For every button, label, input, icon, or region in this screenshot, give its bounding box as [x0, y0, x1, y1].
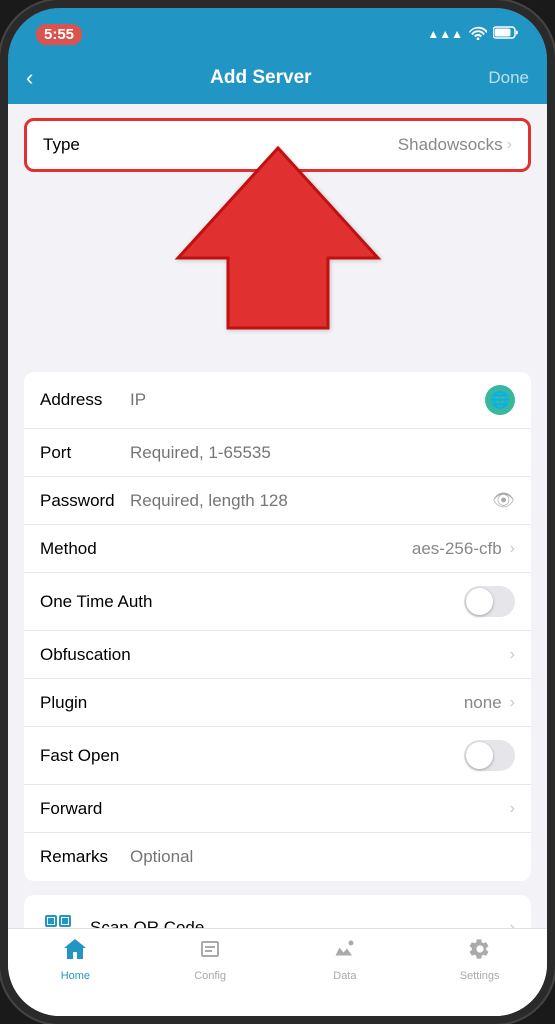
method-value: aes-256-cfb ›: [412, 539, 515, 559]
plugin-row[interactable]: Plugin none ›: [24, 679, 531, 727]
password-label: Password: [40, 491, 130, 511]
obfuscation-chevron: ›: [510, 646, 515, 664]
forward-row[interactable]: Forward ›: [24, 785, 531, 833]
type-label: Type: [43, 135, 80, 155]
status-icons: ▲▲▲: [427, 26, 519, 43]
port-input[interactable]: [130, 443, 515, 463]
tab-data[interactable]: Data: [278, 937, 413, 982]
fast-open-row: Fast Open: [24, 727, 531, 785]
toggle-knob: [466, 588, 493, 615]
signal-icon: ▲▲▲: [427, 27, 463, 41]
remarks-row: Remarks: [24, 833, 531, 881]
one-time-auth-label: One Time Auth: [40, 592, 200, 612]
one-time-auth-row: One Time Auth: [24, 573, 531, 631]
forward-label: Forward: [40, 799, 130, 819]
home-icon: [62, 937, 88, 967]
data-icon: [332, 937, 358, 967]
remarks-input[interactable]: [130, 847, 515, 867]
port-label: Port: [40, 443, 130, 463]
nav-bar: ‹ Add Server Done: [8, 52, 547, 104]
plugin-chevron: ›: [510, 694, 515, 712]
content-area: Type Shadowsocks › Address 🌐: [8, 104, 547, 1024]
remarks-label: Remarks: [40, 847, 130, 867]
plugin-value: none ›: [464, 693, 515, 713]
type-value: Shadowsocks ›: [398, 135, 512, 155]
method-row[interactable]: Method aes-256-cfb ›: [24, 525, 531, 573]
tab-settings[interactable]: Settings: [412, 937, 547, 982]
tab-data-label: Data: [333, 970, 356, 982]
status-time: 5:55: [36, 24, 82, 45]
tab-settings-label: Settings: [460, 970, 500, 982]
forward-right: ›: [510, 800, 515, 818]
status-bar: 5:55 ▲▲▲: [8, 8, 547, 52]
battery-icon: [493, 26, 519, 42]
one-time-auth-toggle[interactable]: [464, 586, 515, 617]
settings-icon: [467, 937, 493, 967]
type-row[interactable]: Type Shadowsocks ›: [27, 121, 528, 169]
back-button[interactable]: ‹: [26, 65, 33, 91]
method-chevron: ›: [510, 540, 515, 558]
obfuscation-row[interactable]: Obfuscation ›: [24, 631, 531, 679]
fast-open-toggle-knob: [466, 742, 493, 769]
page-title: Add Server: [210, 67, 311, 89]
tab-home[interactable]: Home: [8, 937, 143, 982]
password-input[interactable]: [130, 491, 492, 511]
fast-open-toggle-container: [464, 740, 515, 771]
obfuscation-label: Obfuscation: [40, 645, 131, 665]
globe-icon: 🌐: [485, 385, 515, 415]
config-icon: [197, 937, 223, 967]
address-row: Address 🌐: [24, 372, 531, 429]
address-input[interactable]: [130, 390, 485, 410]
tab-bar: Home Config Data: [8, 928, 547, 1016]
obfuscation-right: ›: [510, 646, 515, 664]
wifi-icon: [469, 26, 487, 43]
type-row-container: Type Shadowsocks ›: [24, 118, 531, 172]
tab-config-label: Config: [194, 970, 226, 982]
done-button[interactable]: Done: [488, 68, 529, 88]
phone-frame: 5:55 ▲▲▲ ‹ Add Server Done: [0, 0, 555, 1024]
tab-config[interactable]: Config: [143, 937, 278, 982]
password-row: Password 👁: [24, 477, 531, 525]
plugin-label: Plugin: [40, 693, 130, 713]
form-section: Address 🌐 Port Password 👁 Method aes-256…: [24, 372, 531, 881]
eye-icon[interactable]: 👁: [492, 490, 515, 511]
fast-open-toggle[interactable]: [464, 740, 515, 771]
type-chevron: ›: [507, 136, 512, 154]
tab-home-label: Home: [61, 970, 90, 982]
port-row: Port: [24, 429, 531, 477]
fast-open-label: Fast Open: [40, 746, 130, 766]
forward-chevron: ›: [510, 800, 515, 818]
one-time-auth-toggle-container: [464, 586, 515, 617]
address-label: Address: [40, 390, 130, 410]
method-label: Method: [40, 539, 130, 559]
